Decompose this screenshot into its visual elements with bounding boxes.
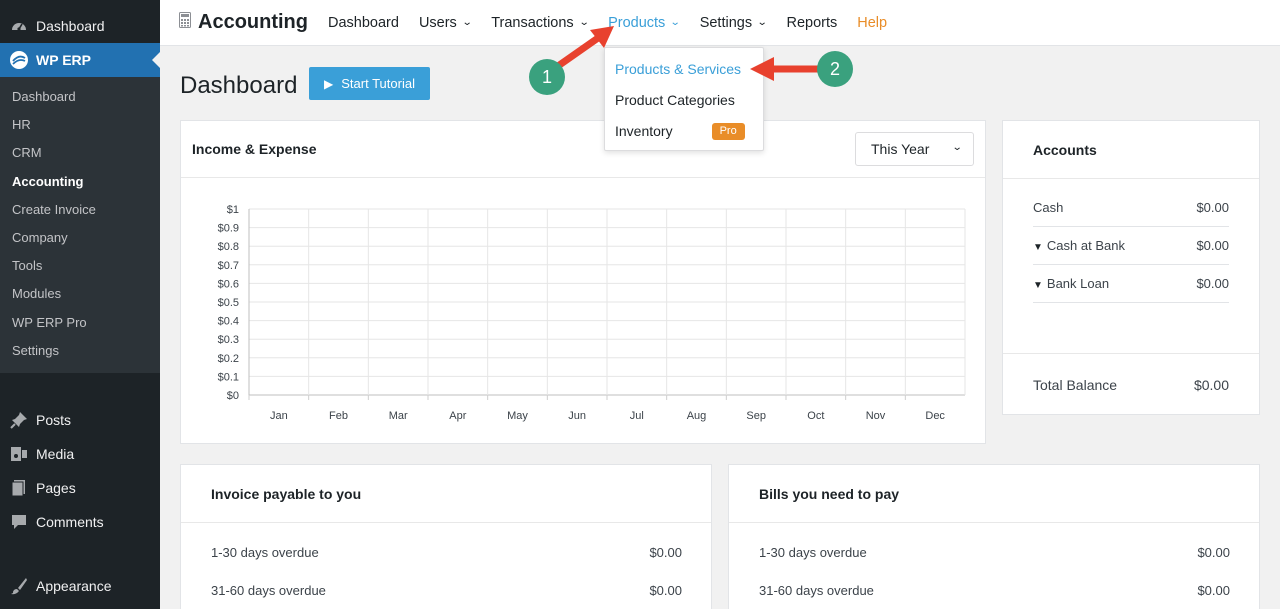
annotation-arrow-1 <box>554 34 602 70</box>
step-badge-1: 1 <box>529 59 565 95</box>
annotation-arrows <box>554 26 826 81</box>
annotation-arrowhead-2 <box>750 57 774 81</box>
step-badge-2: 2 <box>817 51 853 87</box>
